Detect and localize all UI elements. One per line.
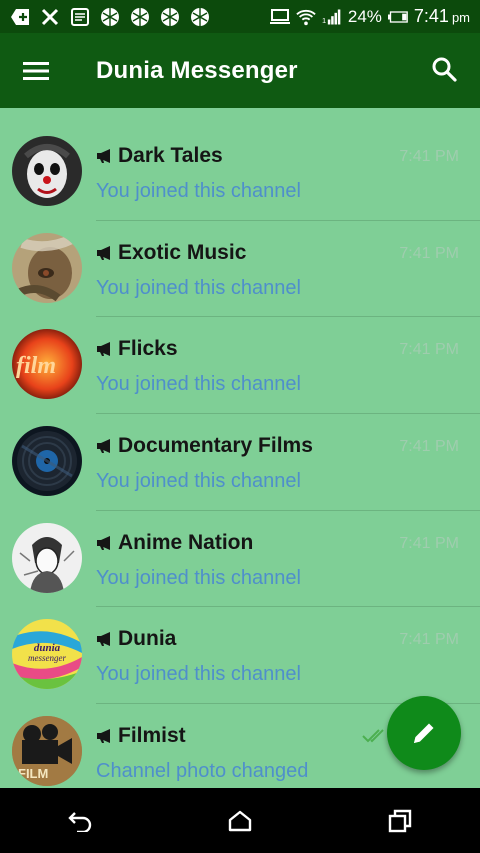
system-nav-bar — [0, 788, 480, 853]
search-button[interactable] — [422, 47, 466, 91]
recent-apps-button[interactable] — [370, 796, 430, 846]
system-icons: 1 24% 7:41 pm — [269, 6, 470, 27]
channel-avatar — [12, 232, 82, 303]
back-button[interactable] — [50, 796, 110, 846]
timestamp: 7:41 PM — [399, 438, 459, 456]
compose-button[interactable] — [387, 696, 461, 770]
add-box-icon — [10, 7, 30, 27]
home-button[interactable] — [210, 796, 270, 846]
channel-avatar — [12, 136, 82, 206]
timestamp: 7:41 PM — [399, 631, 459, 649]
megaphone-icon — [97, 342, 110, 357]
news-icon — [70, 7, 90, 27]
channel-name: Documentary Films — [96, 434, 313, 458]
aperture-icon — [100, 7, 120, 27]
channel-avatar: FILM — [12, 716, 82, 787]
timestamp: 7:41 PM — [399, 244, 459, 262]
megaphone-icon — [97, 729, 110, 744]
wifi-icon — [296, 7, 316, 27]
home-icon — [228, 810, 252, 831]
channel-name: Flicks — [96, 337, 178, 361]
channel-name: Filmist — [96, 724, 186, 748]
clock: 7:41 pm — [413, 6, 470, 26]
channel-name: Dunia — [96, 627, 176, 651]
megaphone-icon — [97, 535, 110, 550]
back-arrow-icon — [68, 811, 92, 832]
svg-text:messenger: messenger — [28, 653, 66, 663]
search-icon — [432, 57, 457, 82]
chat-row[interactable]: Documentary Films You joined this channe… — [0, 414, 480, 511]
chat-row[interactable]: film Flicks You joined this channel 7:41… — [0, 317, 480, 415]
chat-list[interactable]: Dark Tales You joined this channel 7:41 … — [0, 108, 480, 788]
recent-apps-icon — [388, 809, 412, 832]
timestamp: 7:41 PM — [399, 534, 459, 552]
chat-row[interactable]: Anime Nation You joined this channel 7:4… — [0, 511, 480, 608]
last-message: You joined this channel — [96, 566, 301, 589]
svg-text:1: 1 — [322, 15, 326, 24]
chat-row[interactable]: Exotic Music You joined this channel 7:4… — [0, 221, 480, 318]
close-x-icon — [40, 7, 60, 27]
megaphone-icon — [97, 439, 110, 454]
double-check-icon — [362, 728, 388, 749]
last-message: You joined this channel — [96, 663, 301, 686]
megaphone-icon — [97, 245, 110, 260]
battery-icon — [387, 7, 408, 27]
status-bar: 1 24% 7:41 pm — [0, 0, 480, 33]
channel-avatar: film — [12, 329, 82, 400]
last-message: Channel photo changed — [96, 760, 309, 783]
battery-percent: 24% — [347, 6, 382, 26]
svg-text:FILM: FILM — [18, 766, 48, 781]
timestamp: 7:41 PM — [399, 148, 459, 165]
last-message: You joined this channel — [96, 470, 301, 493]
channel-name: Dark Tales — [96, 144, 223, 168]
last-message: You joined this channel — [96, 373, 301, 396]
channel-name: Exotic Music — [96, 241, 246, 265]
megaphone-icon — [97, 149, 110, 163]
hamburger-menu-icon — [23, 61, 49, 80]
timestamp: 7:41 PM — [399, 341, 459, 359]
aperture-icon — [130, 7, 150, 27]
channel-avatar — [12, 426, 82, 497]
megaphone-icon — [97, 632, 110, 647]
pencil-icon — [414, 723, 434, 743]
app-title: Dunia Messenger — [96, 56, 298, 84]
svg-text:film: film — [16, 353, 56, 379]
channel-name: Anime Nation — [96, 531, 253, 555]
aperture-icon — [190, 7, 210, 27]
aperture-icon — [160, 7, 180, 27]
last-message: You joined this channel — [96, 180, 301, 202]
channel-avatar: dunia messenger — [12, 619, 82, 690]
channel-avatar — [12, 522, 82, 593]
cast-icon — [269, 7, 290, 27]
app-toolbar: Dunia Messenger — [0, 33, 480, 108]
last-message: You joined this channel — [96, 276, 301, 299]
notification-icons — [10, 7, 210, 27]
signal-icon: 1 — [322, 7, 342, 27]
chat-row[interactable]: Dark Tales You joined this channel 7:41 … — [0, 124, 480, 221]
menu-button[interactable] — [0, 33, 72, 108]
chat-row[interactable]: dunia messenger Dunia You joined this ch… — [0, 607, 480, 705]
